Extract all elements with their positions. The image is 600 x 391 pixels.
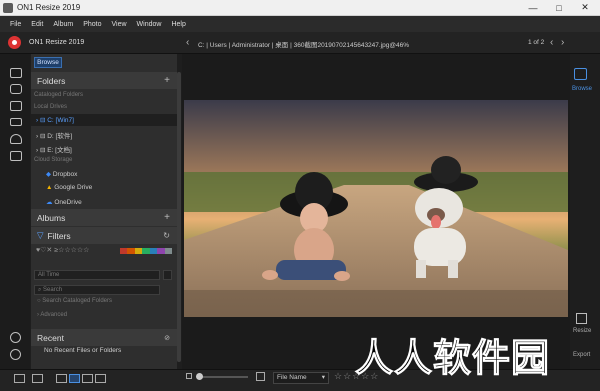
color-swatch <box>120 248 128 254</box>
thumbnail-large-icon[interactable] <box>256 372 265 381</box>
right-module-bar <box>570 54 600 391</box>
window-title: ON1 Resize 2019 <box>17 3 81 12</box>
search-cataloged-option[interactable]: ○ Search Cataloged Folders <box>37 298 112 304</box>
camera-icon[interactable] <box>10 84 22 94</box>
menu-file[interactable]: File <box>10 21 21 28</box>
add-folder-icon[interactable]: + <box>164 75 170 86</box>
color-swatch <box>149 248 158 254</box>
app-icon <box>3 2 13 13</box>
maximize-button[interactable]: □ <box>546 1 572 14</box>
compare-view-icon[interactable] <box>95 374 106 383</box>
color-swatch <box>157 248 165 254</box>
browse-module-label[interactable]: Browse <box>572 86 592 92</box>
albums-title: Albums <box>37 212 66 223</box>
recent-header[interactable]: Recent ⊘ <box>31 329 177 346</box>
cloud-item-google-drive[interactable]: ▲ Google Drive <box>46 184 92 191</box>
drive-item-e[interactable]: › ⊟ E: [文档] <box>36 144 72 154</box>
folders-title: Folders <box>37 75 66 86</box>
thumbnail-small-icon[interactable] <box>186 373 192 379</box>
cloud-item-onedrive[interactable]: ☁ OneDrive <box>46 198 82 206</box>
preview-image[interactable] <box>184 100 568 317</box>
photo-illustration <box>184 100 568 317</box>
filmstrip-toggle-icon[interactable] <box>32 374 43 383</box>
reset-filters-icon[interactable]: ↻ <box>163 231 170 240</box>
filters-title: Filters <box>47 230 71 241</box>
user-icon[interactable] <box>10 332 21 343</box>
albums-icon[interactable] <box>10 151 22 161</box>
color-swatch <box>134 248 143 254</box>
filter-funnel-icon: ▽ <box>37 230 44 240</box>
drive-item-d[interactable]: › ⊟ D: [软件] <box>36 130 72 140</box>
help-icon[interactable] <box>10 349 21 360</box>
prev-arrow-icon[interactable]: ‹ <box>550 37 553 48</box>
folder-icon[interactable] <box>10 101 22 111</box>
sort-select[interactable]: File Name ▾ <box>273 372 329 384</box>
recent-title: Recent <box>37 332 64 343</box>
cloud-icon[interactable] <box>10 134 22 144</box>
cloud-item-dropbox[interactable]: ◆ Dropbox <box>46 170 77 178</box>
cataloged-folders-label: Cataloged Folders <box>34 92 84 98</box>
watermark-text: 人人软件园 <box>354 336 551 381</box>
color-label-filter[interactable] <box>120 248 172 254</box>
advanced-toggle[interactable]: › Advanced <box>37 312 67 318</box>
color-swatch <box>127 248 135 254</box>
panel-toggle-icon[interactable] <box>14 374 25 383</box>
back-arrow-icon[interactable]: ‹ <box>186 37 189 48</box>
browse-tab[interactable]: Browse <box>34 57 62 68</box>
time-filter-select[interactable]: All Time <box>34 270 160 280</box>
clear-recent-icon[interactable]: ⊘ <box>164 334 170 342</box>
menu-album[interactable]: Album <box>53 21 73 28</box>
google-drive-icon: ▲ <box>46 184 53 191</box>
app-name: ON1 Resize 2019 <box>29 39 85 46</box>
filters-header[interactable]: ▽ Filters ↻ <box>31 227 177 244</box>
grid-view-icon[interactable] <box>56 374 67 383</box>
color-swatch <box>142 248 150 254</box>
monitor-icon[interactable] <box>10 68 22 78</box>
menu-view[interactable]: View <box>111 21 126 28</box>
menu-edit[interactable]: Edit <box>31 21 43 28</box>
export-module-label[interactable]: Export <box>573 352 590 358</box>
menu-photo[interactable]: Photo <box>83 21 101 28</box>
filmstrip-view-icon[interactable] <box>82 374 93 383</box>
resize-module-icon[interactable] <box>576 313 587 324</box>
slider-knob[interactable] <box>196 373 203 380</box>
add-album-icon[interactable]: + <box>164 212 170 223</box>
menu-window[interactable]: Window <box>137 21 162 28</box>
close-button[interactable]: ✕ <box>572 1 598 14</box>
browse-module-icon[interactable] <box>574 68 587 80</box>
breadcrumb-path[interactable]: C: | Users | Administrator | 桌面 | 360截图2… <box>198 39 409 49</box>
drive-icon[interactable] <box>10 118 22 126</box>
local-drives-label: Local Drives <box>34 104 68 110</box>
panel-scrollbar[interactable] <box>177 72 181 362</box>
recent-empty-message: No Recent Files or Folders <box>44 347 122 354</box>
minimize-button[interactable]: — <box>520 1 546 14</box>
window-titlebar: ON1 Resize 2019 — □ ✕ <box>0 0 600 16</box>
onedrive-icon: ☁ <box>46 199 53 206</box>
calendar-icon[interactable] <box>163 270 172 280</box>
rating-filter[interactable]: ♥♡✕ ≥☆☆☆☆☆ <box>36 246 89 254</box>
cloud-storage-label: Cloud Storage <box>34 157 73 163</box>
color-swatch <box>164 248 172 254</box>
page-counter: 1 of 2 <box>528 39 545 46</box>
thumbnail-size-slider[interactable] <box>198 376 248 378</box>
albums-header[interactable]: Albums + <box>31 209 177 226</box>
on1-logo-icon <box>8 36 21 49</box>
chevron-down-icon: ▾ <box>321 374 325 381</box>
menu-help[interactable]: Help <box>171 21 185 28</box>
detail-view-icon[interactable] <box>69 374 80 383</box>
folders-header[interactable]: Folders + <box>31 72 177 89</box>
search-input[interactable]: ⌕ Search <box>34 285 160 295</box>
menu-bar: File Edit Album Photo View Window Help <box>0 16 600 32</box>
resize-module-label[interactable]: Resize <box>573 328 591 334</box>
dropbox-icon: ◆ <box>46 171 51 178</box>
next-arrow-icon[interactable]: › <box>561 37 564 48</box>
drive-item-c[interactable]: › ⊟ C: [Win7] <box>36 116 74 124</box>
